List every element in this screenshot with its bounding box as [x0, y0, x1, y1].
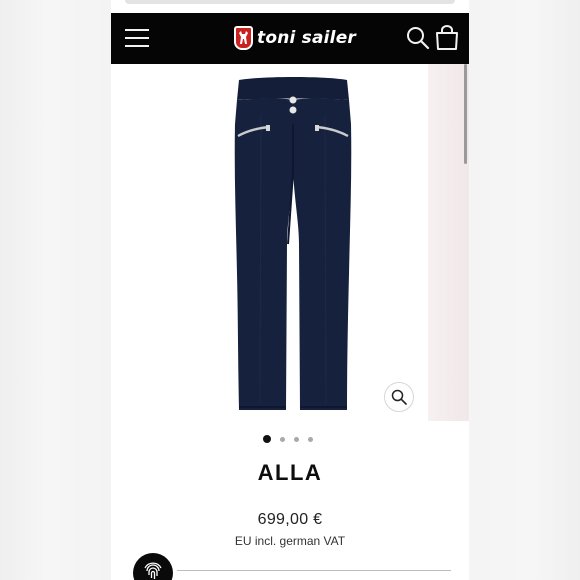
scrollbar[interactable]: [464, 64, 467, 164]
brand-name: toni sailer: [257, 28, 357, 48]
search-icon[interactable]: [406, 26, 430, 50]
product-price: 699,00 €: [257, 511, 323, 528]
browser-top-strip: [125, 0, 455, 4]
vat-note: EU incl. german VAT: [234, 534, 346, 548]
product-gallery[interactable]: [111, 64, 469, 421]
fingerprint-icon[interactable]: [133, 553, 173, 580]
pagination-dot-2[interactable]: [280, 436, 285, 442]
brand-badge-icon: [234, 26, 253, 50]
pagination-dot-4[interactable]: [308, 436, 313, 442]
divider: [177, 570, 451, 571]
site-header: toni sailer: [111, 13, 469, 64]
gallery-pagination: [263, 435, 313, 443]
product-title: ALLA: [257, 460, 323, 485]
shopping-bag-icon[interactable]: [435, 25, 459, 51]
pagination-dot-3[interactable]: [294, 436, 299, 442]
pagination-dot-1[interactable]: [263, 435, 271, 443]
magnifier-icon[interactable]: [384, 382, 414, 412]
hamburger-menu-icon[interactable]: [125, 27, 149, 49]
mobile-page: toni sailer ALLA 699,00 € EU incl. germa…: [111, 0, 469, 580]
navy-ski-pants-product-image: [111, 64, 428, 421]
next-slide-preview[interactable]: [428, 64, 469, 421]
brand-logo[interactable]: toni sailer: [234, 24, 356, 52]
